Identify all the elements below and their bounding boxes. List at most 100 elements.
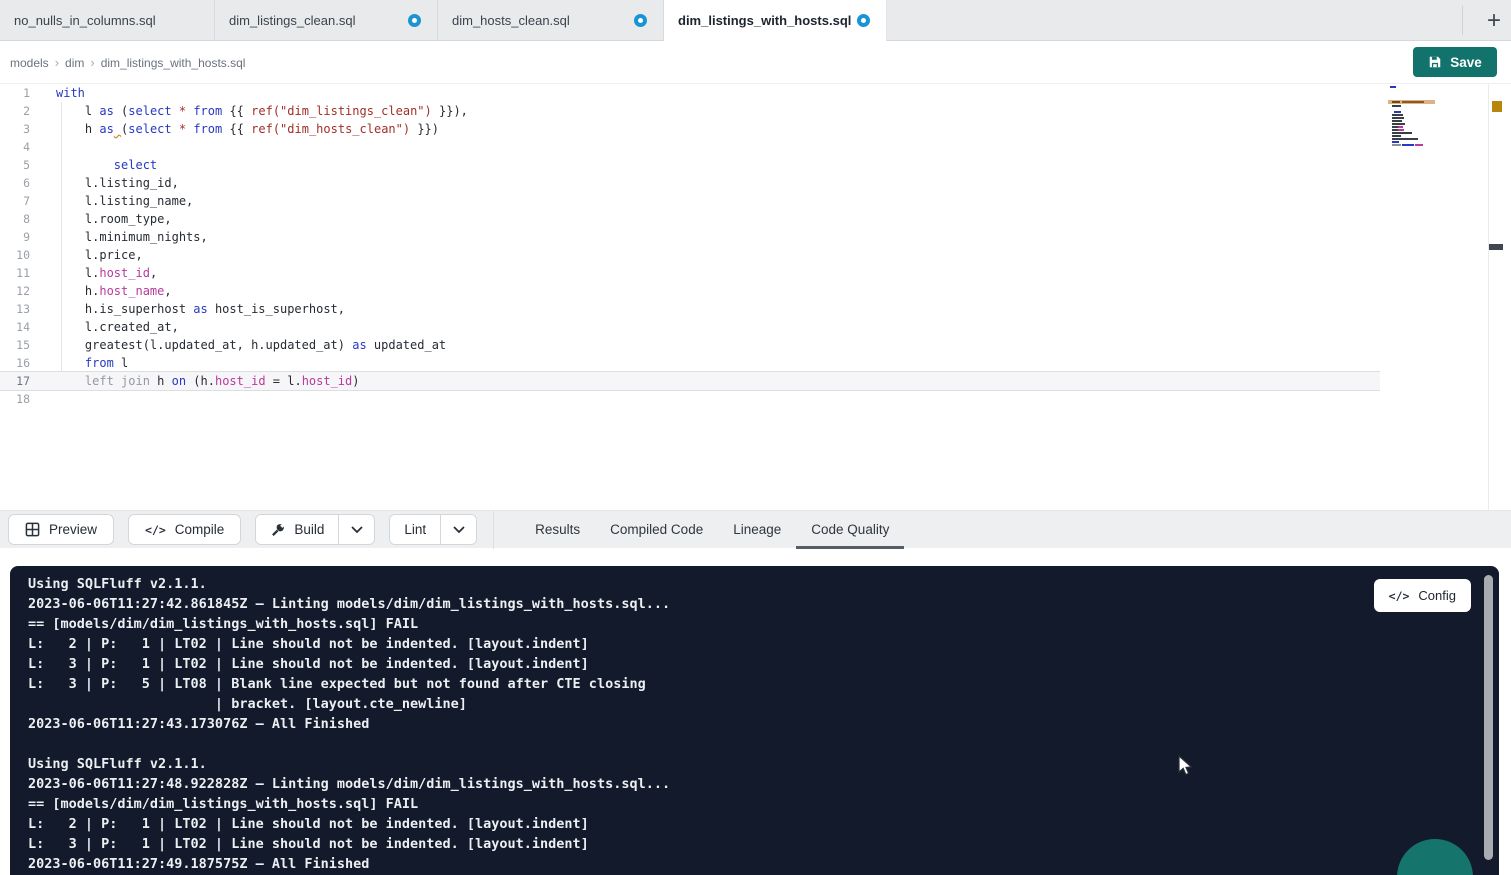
line-content: l.created_at,: [30, 318, 179, 336]
code-line[interactable]: 10 l.price,: [0, 246, 1380, 264]
terminal-line: 2023-06-06T11:27:49.187575Z — All Finish…: [28, 854, 1459, 874]
line-number: 8: [0, 210, 30, 228]
compile-button-label: Compile: [175, 522, 225, 537]
code-line[interactable]: 8 l.room_type,: [0, 210, 1380, 228]
line-number: 10: [0, 246, 30, 264]
chevron-down-icon: [351, 526, 363, 534]
line-number: 4: [0, 138, 30, 156]
code-area[interactable]: 1with2 l as (select * from {{ ref("dim_l…: [0, 84, 1380, 408]
code-line[interactable]: 1with: [0, 84, 1380, 102]
tab-lineage[interactable]: Lineage: [718, 511, 796, 549]
line-number: 14: [0, 318, 30, 336]
code-line[interactable]: 2 l as (select * from {{ ref("dim_listin…: [0, 102, 1380, 120]
code-line[interactable]: 18: [0, 390, 1380, 408]
line-content: left join h on (h.host_id = l.host_id): [30, 372, 360, 390]
code-line[interactable]: 14 l.created_at,: [0, 318, 1380, 336]
code-line[interactable]: 16 from l: [0, 354, 1380, 372]
terminal-line: [28, 734, 1459, 754]
line-content: [30, 138, 56, 156]
line-number: 12: [0, 282, 30, 300]
tab-no_nulls_in_columns.sql[interactable]: no_nulls_in_columns.sql: [0, 0, 215, 41]
minimap[interactable]: [1388, 86, 1436, 154]
unsaved-changes-dot-icon: [857, 14, 870, 27]
scroll-position-marker: [1489, 244, 1503, 250]
terminal-line: 2023-06-06T11:27:43.173076Z — All Finish…: [28, 714, 1459, 734]
terminal-line: Using SQLFluff v2.1.1.: [28, 574, 1459, 594]
tab-dim_listings_clean.sql[interactable]: dim_listings_clean.sql: [215, 0, 438, 41]
tab-compiled-code[interactable]: Compiled Code: [595, 511, 718, 549]
tab-dim_listings_with_hosts.sql[interactable]: dim_listings_with_hosts.sql: [664, 0, 887, 41]
hammer-icon: [270, 522, 285, 537]
line-content: with: [30, 84, 85, 102]
build-dropdown-button[interactable]: [338, 515, 374, 544]
line-number: 16: [0, 354, 30, 372]
code-icon: </>: [145, 523, 166, 537]
code-line[interactable]: 17 left join h on (h.host_id = l.host_id…: [0, 372, 1380, 390]
lint-dropdown-button[interactable]: [440, 515, 476, 544]
line-number: 15: [0, 336, 30, 354]
save-button-label: Save: [1450, 55, 1482, 70]
tab-dim_hosts_clean.sql[interactable]: dim_hosts_clean.sql: [438, 0, 664, 41]
line-content: l.listing_id,: [30, 174, 179, 192]
tab-code-quality[interactable]: Code Quality: [796, 511, 904, 549]
editor-tab-bar: no_nulls_in_columns.sql dim_listings_clea…: [0, 0, 1511, 41]
code-line[interactable]: 13 h.is_superhost as host_is_superhost,: [0, 300, 1380, 318]
toolbar-divider: [493, 511, 494, 549]
breadcrumb-bar: models›dim›dim_listings_with_hosts.sql S…: [0, 41, 1511, 84]
terminal-line: L: 3 | P: 5 | LT08 | Blank line expected…: [28, 674, 1459, 694]
line-number: 6: [0, 174, 30, 192]
editor-right-border: [1488, 84, 1489, 510]
code-line[interactable]: 3 h as (select * from {{ ref("dim_hosts_…: [0, 120, 1380, 138]
terminal-line: L: 2 | P: 1 | LT02 | Line should not be …: [28, 634, 1459, 654]
grid-icon: [25, 522, 40, 537]
line-content: h as (select * from {{ ref("dim_hosts_cl…: [30, 120, 439, 138]
compile-button[interactable]: </> Compile: [128, 514, 241, 545]
terminal-line: L: 3 | P: 1 | LT02 | Line should not be …: [28, 834, 1459, 854]
new-tab-button[interactable]: +: [1477, 4, 1511, 38]
terminal-scrollbar[interactable]: [1484, 575, 1493, 860]
tab-label: dim_hosts_clean.sql: [452, 13, 570, 28]
tab-label: dim_listings_with_hosts.sql: [678, 13, 851, 28]
lint-button[interactable]: Lint: [390, 515, 440, 544]
chevron-down-icon: [453, 526, 465, 534]
tab-label: dim_listings_clean.sql: [229, 13, 355, 28]
code-line[interactable]: 15 greatest(l.updated_at, h.updated_at) …: [0, 336, 1380, 354]
build-button[interactable]: Build: [256, 515, 338, 544]
breadcrumb: models›dim›dim_listings_with_hosts.sql: [10, 55, 245, 70]
terminal-line: | bracket. [layout.cte_newline]: [28, 694, 1459, 714]
tab-bar-right: +: [1462, 0, 1511, 41]
save-button[interactable]: Save: [1413, 47, 1497, 77]
line-content: [30, 390, 56, 408]
lint-split-button: Lint: [389, 514, 477, 545]
preview-button-label: Preview: [49, 522, 97, 537]
line-number: 7: [0, 192, 30, 210]
build-button-label: Build: [294, 522, 324, 537]
code-line[interactable]: 7 l.listing_name,: [0, 192, 1380, 210]
line-number: 5: [0, 156, 30, 174]
breadcrumb-item[interactable]: dim: [65, 56, 84, 70]
line-content: l.host_id,: [30, 264, 157, 282]
terminal-line: Using SQLFluff v2.1.1.: [28, 754, 1459, 774]
preview-button[interactable]: Preview: [8, 514, 114, 545]
breadcrumb-item[interactable]: models: [10, 56, 49, 70]
line-number: 13: [0, 300, 30, 318]
code-editor[interactable]: 1with2 l as (select * from {{ ref("dim_l…: [0, 84, 1511, 510]
code-line[interactable]: 9 l.minimum_nights,: [0, 228, 1380, 246]
line-content: h.host_name,: [30, 282, 172, 300]
tab-results[interactable]: Results: [520, 511, 595, 549]
code-line[interactable]: 12 h.host_name,: [0, 282, 1380, 300]
code-line[interactable]: 5 select: [0, 156, 1380, 174]
line-content: from l: [30, 354, 128, 372]
code-line[interactable]: 4: [0, 138, 1380, 156]
line-content: l.price,: [30, 246, 143, 264]
code-line[interactable]: 11 l.host_id,: [0, 264, 1380, 282]
code-line[interactable]: 6 l.listing_id,: [0, 174, 1380, 192]
terminal-line: 2023-06-06T11:27:48.922828Z — Linting mo…: [28, 774, 1459, 794]
line-number: 17: [0, 372, 30, 390]
line-content: l.minimum_nights,: [30, 228, 208, 246]
line-content: l.listing_name,: [30, 192, 193, 210]
build-split-button: Build: [255, 514, 375, 545]
config-button[interactable]: </> Config: [1374, 579, 1471, 612]
lint-output-terminal[interactable]: Using SQLFluff v2.1.1.2023-06-06T11:27:4…: [10, 566, 1499, 875]
breadcrumb-item[interactable]: dim_listings_with_hosts.sql: [101, 56, 246, 70]
